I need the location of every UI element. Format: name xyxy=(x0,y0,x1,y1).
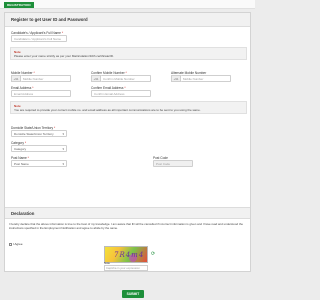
registration-form: Register to get User ID and Password Can… xyxy=(4,12,251,298)
confirm-email-label: Confirm Email Address xyxy=(91,86,124,90)
email-input[interactable]: Email Address xyxy=(11,90,71,97)
mobile-group: Mobile Number * +91 Mobile Number xyxy=(11,71,71,82)
confirm-mobile-group: Confirm Mobile Number * +91 Confirm Mobil… xyxy=(91,71,151,82)
contact-note: Note You are required to provide your co… xyxy=(10,101,247,114)
alt-mobile-prefix: +91 xyxy=(171,75,181,82)
confirm-email-group: Confirm Email Address * Confirm Email Ad… xyxy=(91,86,151,97)
chevron-down-icon: ▾ xyxy=(62,162,64,166)
confirm-mobile-prefix: +91 xyxy=(91,75,101,82)
note-body: You are required to provide your correct… xyxy=(14,108,201,112)
checkbox-icon[interactable] xyxy=(9,242,12,246)
post-name-select[interactable]: Post Name ▾ xyxy=(11,160,67,167)
mobile-prefix: +91 xyxy=(11,75,21,82)
declaration-title: Declaration xyxy=(5,207,250,219)
captcha-input[interactable]: Captcha in your expression xyxy=(104,265,148,271)
refresh-icon[interactable]: ⟳ xyxy=(151,251,155,257)
section-title: Register to get User ID and Password xyxy=(5,13,250,27)
domicile-group: Domicile State/Union Territory * Domicil… xyxy=(11,126,67,137)
mobile-input[interactable]: Mobile Number xyxy=(21,75,71,82)
name-note: Note Please enter your name strictly as … xyxy=(10,47,247,60)
confirm-email-input[interactable]: Confirm Email Address xyxy=(91,90,151,97)
note-body: Please enter your name strictly as per y… xyxy=(14,54,114,58)
agree-label: I Agree xyxy=(13,242,23,246)
alt-mobile-input[interactable]: Mobile Number xyxy=(181,75,231,82)
tab-registration[interactable]: REGISTRATION xyxy=(4,2,34,8)
captcha-text: 7R4m4 xyxy=(114,251,145,259)
candidate-name-label: Candidate's / Applicant's Full Name xyxy=(11,31,61,35)
declaration-text: I hereby declare that the above informat… xyxy=(9,222,243,230)
candidate-name-group: Candidate's / Applicant's Full Name * Ca… xyxy=(11,31,67,42)
category-group: Category * Category ▾ xyxy=(11,141,67,152)
category-select[interactable]: Category ▾ xyxy=(11,145,67,152)
captcha-image: 7R4m4 xyxy=(104,246,148,263)
alt-mobile-group: Alternate Mobile Number +91 Mobile Number xyxy=(171,71,231,82)
post-code-input: Post Code xyxy=(153,160,193,167)
post-name-group: Post Name * Post Name ▾ xyxy=(11,156,67,167)
confirm-mobile-input[interactable]: Confirm Mobile Number xyxy=(101,75,151,82)
chevron-down-icon: ▾ xyxy=(62,147,64,151)
agree-checkbox[interactable]: I Agree xyxy=(9,242,23,246)
email-group: Email Address * Email Address xyxy=(11,86,71,97)
top-bar: REGISTRATION xyxy=(0,0,255,9)
domicile-select[interactable]: Domicile State/Union Territory ▾ xyxy=(11,130,67,137)
chevron-down-icon: ▾ xyxy=(62,132,64,136)
post-code-group: Post Code Post Code xyxy=(153,156,193,167)
submit-button[interactable]: SUBMIT xyxy=(122,290,144,298)
candidate-name-input[interactable]: Candidate's / Applicant's Full Name xyxy=(11,35,67,42)
email-label: Email Address xyxy=(11,86,32,90)
